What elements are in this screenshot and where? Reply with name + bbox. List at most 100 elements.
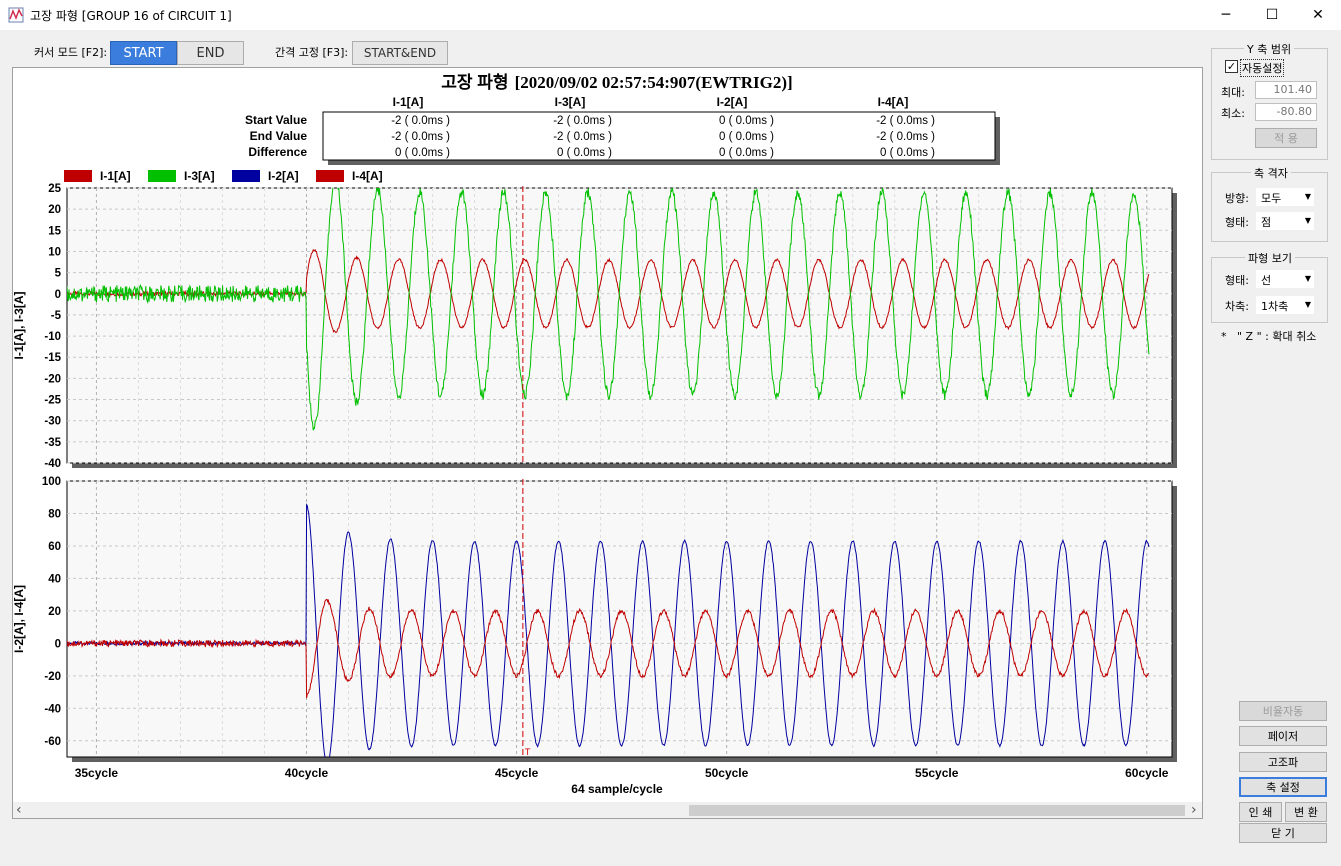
minimize-button[interactable]: ─: [1203, 0, 1249, 30]
wave-order-select[interactable]: 1차축 ▼: [1256, 296, 1314, 314]
y-tick-label: 25: [48, 183, 61, 195]
y-max-input[interactable]: 101.40: [1255, 81, 1317, 99]
plot-bottom[interactable]: 100 80 60 40 20 0 -20 -40 -60 I-2[A], I-4[A] T: [13, 476, 1177, 763]
waveform-chart: 고장 파형 [2020/09/02 02:57:54:907(EWTRIG2)] …: [13, 72, 1177, 796]
dropdown-arrow-icon: ▼: [1304, 300, 1311, 309]
scroll-left-arrow[interactable]: ‹: [16, 802, 22, 818]
value-table: I-1[A] I-3[A] I-2[A] I-4[A] Start Value -2 ( …: [245, 95, 1000, 165]
y-max-label: 최대:: [1221, 86, 1245, 99]
horizontal-scrollbar[interactable]: ‹ ›: [13, 802, 1202, 818]
table-cell: -2 ( 0.0ms ): [553, 131, 612, 143]
y-tick-label: -40: [44, 458, 61, 470]
y-tick-label: -5: [51, 310, 62, 322]
table-row-label: Difference: [248, 145, 307, 159]
y-tick-label: -40: [44, 703, 61, 715]
table-row-label: Start Value: [245, 113, 307, 127]
x-tick-label: 60cycle: [1125, 766, 1169, 780]
table-cell: 0 ( 0.0ms ): [395, 147, 450, 159]
interval-fix-label: 간격 고정 [F3]:: [275, 46, 349, 59]
legend-label: I-2[A]: [268, 169, 299, 183]
dropdown-arrow-icon: ▼: [1304, 274, 1311, 283]
x-tick-label: 45cycle: [495, 766, 539, 780]
chart-legend: I-1[A] I-3[A] I-2[A] I-4[A]: [64, 169, 383, 183]
axis-grid-group: [1211, 172, 1328, 242]
wave-shape-select[interactable]: 선 ▼: [1256, 270, 1314, 288]
waveform-panel: 고장 파형 [2020/09/02 02:57:54:907(EWTRIG2)] …: [12, 67, 1203, 819]
grid-shape-label: 형태:: [1225, 216, 1249, 229]
scroll-right-arrow[interactable]: ›: [1191, 802, 1197, 818]
grid-direction-label: 방향:: [1225, 192, 1249, 205]
table-cell: 0 ( 0.0ms ): [719, 131, 774, 143]
y-min-label: 최소:: [1221, 107, 1245, 120]
y-tick-label: -20: [44, 373, 61, 385]
apply-button[interactable]: 적 용: [1255, 128, 1317, 148]
legend-label: I-3[A]: [184, 169, 215, 183]
y-tick-label: -10: [44, 331, 61, 343]
y-tick-label: -25: [44, 395, 61, 407]
legend-swatch: [64, 170, 92, 182]
y-tick-label: 15: [48, 225, 61, 237]
cursor-marker: T: [525, 747, 531, 757]
table-column-header: I-4[A]: [878, 95, 909, 109]
axis-grid-title: 축 격자: [1251, 165, 1291, 181]
close-button[interactable]: 닫 기: [1239, 823, 1327, 843]
table-column-header: I-3[A]: [555, 95, 586, 109]
cursor-start-button[interactable]: START: [110, 41, 177, 65]
zoom-hint: * " Z " : 확대 취소: [1221, 330, 1317, 343]
dropdown-arrow-icon: ▼: [1304, 192, 1311, 201]
harmonic-button[interactable]: 고조파: [1239, 752, 1327, 772]
y-tick-label: 10: [48, 246, 61, 258]
legend-swatch: [232, 170, 260, 182]
convert-button[interactable]: 변 환: [1285, 802, 1327, 822]
legend-label: I-1[A]: [100, 169, 131, 183]
x-tick-label: 35cycle: [75, 766, 119, 780]
table-cell: 0 ( 0.0ms ): [719, 115, 774, 127]
table-cell: -2 ( 0.0ms ): [876, 115, 935, 127]
dropdown-arrow-icon: ▼: [1304, 216, 1311, 225]
grid-shape-select[interactable]: 점 ▼: [1256, 212, 1314, 230]
cursor-end-button[interactable]: END: [177, 41, 244, 65]
print-button[interactable]: 인 쇄: [1239, 802, 1282, 822]
x-tick-label: 50cycle: [705, 766, 749, 780]
y-min-input[interactable]: -80.80: [1255, 103, 1317, 121]
app-waveform-icon: [8, 7, 24, 23]
auto-range-checkbox[interactable]: ✓: [1225, 60, 1238, 73]
scroll-thumb[interactable]: [689, 805, 1185, 816]
y-axis-label: I-2[A], I-4[A]: [13, 585, 26, 653]
y-tick-label: 20: [48, 606, 61, 618]
table-cell: 0 ( 0.0ms ): [719, 147, 774, 159]
y-tick-label: 5: [55, 268, 62, 280]
y-axis-label: I-1[A], I-3[A]: [13, 292, 26, 360]
plot-area: [66, 187, 1173, 464]
x-axis-title: 64 sample/cycle: [571, 782, 663, 796]
window-title: 고장 파형 [GROUP 16 of CIRCUIT 1]: [30, 9, 232, 23]
startend-button[interactable]: START&END: [352, 41, 448, 65]
table-cell: 0 ( 0.0ms ): [557, 147, 612, 159]
y-tick-label: 0: [55, 638, 61, 650]
table-cell: -2 ( 0.0ms ): [876, 131, 935, 143]
table-column-header: I-2[A]: [717, 95, 748, 109]
y-tick-label: -15: [44, 352, 61, 364]
table-row-label: End Value: [250, 129, 308, 143]
maximize-button[interactable]: ☐: [1249, 0, 1295, 30]
legend-label: I-4[A]: [352, 169, 383, 183]
cursor-mode-label: 커서 모드 [F2]:: [34, 46, 108, 59]
grid-direction-select[interactable]: 모두 ▼: [1256, 188, 1314, 206]
table-cell: -2 ( 0.0ms ): [553, 115, 612, 127]
axis-settings-button[interactable]: 축 설정: [1239, 777, 1327, 797]
y-tick-label: -60: [44, 736, 61, 748]
y-tick-label: 40: [48, 573, 61, 585]
y-tick-label: 80: [48, 508, 61, 520]
legend-swatch: [316, 170, 344, 182]
legend-swatch: [148, 170, 176, 182]
ratio-auto-button[interactable]: 비율자동: [1239, 701, 1327, 721]
wave-order-label: 차축:: [1225, 300, 1249, 313]
y-tick-label: -30: [44, 416, 61, 428]
phasor-button[interactable]: 페이저: [1239, 726, 1327, 746]
y-tick-label: 100: [42, 476, 61, 488]
table-cell: -2 ( 0.0ms ): [391, 131, 450, 143]
close-window-button[interactable]: ✕: [1295, 0, 1341, 30]
y-tick-label: 20: [48, 204, 61, 216]
wave-view-title: 파형 보기: [1245, 250, 1295, 266]
plot-top[interactable]: 25 20 15 10 5 0 -5 -10 -15 -20 -25 -30 -35 -40 I-1[A],…: [13, 173, 1177, 470]
